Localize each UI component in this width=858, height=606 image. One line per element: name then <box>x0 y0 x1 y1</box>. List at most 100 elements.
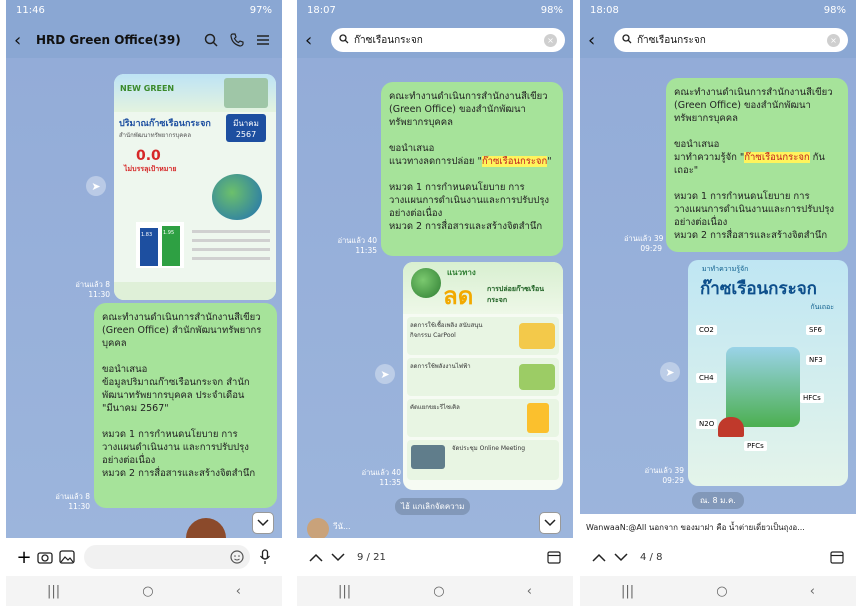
system-back-icon[interactable]: ‹ <box>810 584 815 599</box>
building-graphic <box>224 78 268 108</box>
microphone-icon[interactable] <box>256 549 274 565</box>
message-time: อ่านแล้ว 40 11:35 <box>361 468 401 487</box>
avatar[interactable] <box>307 518 329 540</box>
scroll-down-button[interactable] <box>252 512 274 534</box>
chat-header: ‹ HRD Green Office(39) <box>6 22 282 58</box>
previous-result-icon[interactable] <box>305 553 327 562</box>
share-button[interactable]: ➤ <box>86 176 106 196</box>
infographic-item: ลดการใช้พลังงานไฟฟ้า <box>407 358 559 396</box>
chat-area[interactable]: คณะทำงานดำเนินการสำนักงานสีเขียว (Green … <box>297 58 573 540</box>
recent-apps-icon[interactable]: ||| <box>47 584 60 599</box>
phone-screen-1: 11:46 97% ‹ HRD Green Office(39) NEW GRE… <box>6 0 282 606</box>
date-chip: ณ. 8 ม.ค. <box>692 492 744 509</box>
next-result-icon[interactable] <box>610 552 632 562</box>
status-bar: 18:08 98% <box>580 0 856 22</box>
system-back-icon[interactable]: ‹ <box>527 584 532 599</box>
home-icon[interactable]: ○ <box>142 584 153 599</box>
laptop-icon <box>411 445 445 469</box>
back-arrow-icon[interactable]: ‹ <box>588 30 606 51</box>
emoji-icon[interactable] <box>230 550 244 564</box>
clear-search-icon[interactable]: × <box>827 33 840 47</box>
home-icon[interactable]: ○ <box>716 584 727 599</box>
calendar-icon[interactable] <box>826 550 848 564</box>
search-result-bar: 9 / 21 <box>297 538 573 576</box>
infographic-item: คัดแยกขยะรีไซเคิล <box>407 399 559 437</box>
infographic-title-big: ก๊าซเรือนกระจก <box>700 279 817 299</box>
recent-apps-icon[interactable]: ||| <box>338 584 351 599</box>
chat-title: HRD Green Office(39) <box>36 33 181 47</box>
chat-area[interactable]: NEW GREEN ปริมาณก๊าซเรือนกระจก สำนักพัฒน… <box>6 58 282 540</box>
chat-header: ‹ ก๊าซเรือนกระจก × <box>297 22 573 58</box>
clear-search-icon[interactable]: × <box>544 33 557 47</box>
bar-chart-graphic: 1.83 1.95 <box>136 222 184 268</box>
system-nav-bar: ||| ○ ‹ <box>6 576 282 606</box>
announcement-banner[interactable]: WanwaaN:@All นอกจาก ของมาฝา คือ น้ำต่ายเ… <box>580 514 856 538</box>
message-time: อ่านแล้ว 40 11:35 <box>337 236 377 255</box>
result-counter: 9 / 21 <box>357 551 386 563</box>
bar-value-2: 1.95 <box>163 230 175 236</box>
reaction-chip[interactable]: ไฮ้ แกเลิกจัดความ <box>395 498 471 515</box>
infographic-image[interactable]: NEW GREEN ปริมาณก๊าซเรือนกระจก สำนักพัฒน… <box>114 74 276 300</box>
message-text: กันเถอะ" หมวด 1 การกำหนดนโยบาย การวางแผน… <box>674 152 835 241</box>
item-text: คัดแยกขยะรีไซเคิล <box>410 404 460 411</box>
infographic-item: ลดการใช้เชื้อเพลิง สนับสนุนกิจกรรม CarPo… <box>407 317 559 355</box>
message-bubble[interactable]: คณะทำงานดำเนินการสำนักงานสีเขียว (Green … <box>94 303 277 508</box>
result-counter: 4 / 8 <box>640 551 663 563</box>
item-text: ลดการใช้พลังงานไฟฟ้า <box>410 363 471 370</box>
appliance-icon <box>519 364 555 390</box>
volcano-graphic <box>718 417 744 437</box>
message-bubble[interactable]: คณะทำงานดำเนินการสำนักงานสีเขียว (Green … <box>381 82 563 256</box>
search-result-bar: 4 / 8 <box>580 538 856 576</box>
infographic-image[interactable]: แนวทาง ลด การปล่อยก๊าซเรือนกระจก ลดการใช… <box>403 262 563 490</box>
message-text: " หมวด 1 การกำหนดนโยบาย การวางแผนการดำเน… <box>389 156 552 232</box>
message-field[interactable] <box>84 545 250 569</box>
message-bubble[interactable]: คณะทำงานดำเนินการสำนักงานสีเขียว (Green … <box>666 78 848 252</box>
infographic-title: มาทำความรู้จัก <box>702 265 749 273</box>
image-icon[interactable] <box>56 550 78 564</box>
search-highlight: ก๊าซเรือนกระจก <box>481 156 548 167</box>
scroll-down-button[interactable] <box>539 512 561 534</box>
search-icon[interactable] <box>200 29 222 51</box>
phone-call-icon[interactable] <box>226 29 248 51</box>
back-arrow-icon[interactable]: ‹ <box>305 30 323 51</box>
status-bar: 18:07 98% <box>297 0 573 22</box>
camera-icon[interactable] <box>34 550 56 564</box>
system-nav-bar: ||| ○ ‹ <box>297 576 573 606</box>
recent-apps-icon[interactable]: ||| <box>621 584 634 599</box>
sticker-image[interactable] <box>186 518 226 540</box>
message-input-bar: + <box>6 538 282 576</box>
system-back-icon[interactable]: ‹ <box>236 584 241 599</box>
status-time: 11:46 <box>16 5 45 16</box>
infographic-image[interactable]: มาทำความรู้จัก ก๊าซเรือนกระจก กันเถอะ CO… <box>688 260 848 486</box>
home-icon[interactable]: ○ <box>433 584 444 599</box>
status-time: 18:07 <box>307 5 336 16</box>
gas-label: NF3 <box>806 355 826 365</box>
city-graphic <box>726 347 800 427</box>
infographic-header: NEW GREEN <box>120 84 175 93</box>
item-text: จัดประชุม Online Meeting <box>452 445 526 452</box>
status-time: 18:08 <box>590 5 619 16</box>
back-arrow-icon[interactable]: ‹ <box>14 30 32 51</box>
earth-graphic <box>212 174 262 220</box>
search-icon <box>622 33 632 47</box>
chat-header: ‹ ก๊าซเรือนกระจก × <box>580 22 856 58</box>
infographic-subtitle: การปล่อยก๊าซเรือนกระจก <box>487 285 545 304</box>
chat-area[interactable]: คณะทำงานดำเนินการสำนักงานสีเขียว (Green … <box>580 58 856 538</box>
status-bar: 11:46 97% <box>6 0 282 22</box>
search-input[interactable]: ก๊าซเรือนกระจก <box>354 33 544 48</box>
gas-label: CH4 <box>696 373 717 383</box>
calendar-icon[interactable] <box>543 550 565 564</box>
system-nav-bar: ||| ○ ‹ <box>580 576 856 606</box>
sender-name: วีนั... <box>333 522 351 531</box>
search-input[interactable]: ก๊าซเรือนกระจก <box>637 33 827 48</box>
plus-icon[interactable]: + <box>14 547 34 568</box>
message-time: อ่านแล้ว 8 11:30 <box>55 492 90 511</box>
menu-icon[interactable] <box>252 29 274 51</box>
share-button[interactable]: ➤ <box>375 364 395 384</box>
next-result-icon[interactable] <box>327 552 349 562</box>
search-field[interactable]: ก๊าซเรือนกระจก × <box>614 28 848 52</box>
previous-result-icon[interactable] <box>588 553 610 562</box>
search-field[interactable]: ก๊าซเรือนกระจก × <box>331 28 565 52</box>
share-button[interactable]: ➤ <box>660 362 680 382</box>
search-highlight: ก๊าซเรือนกระจก <box>744 152 810 163</box>
